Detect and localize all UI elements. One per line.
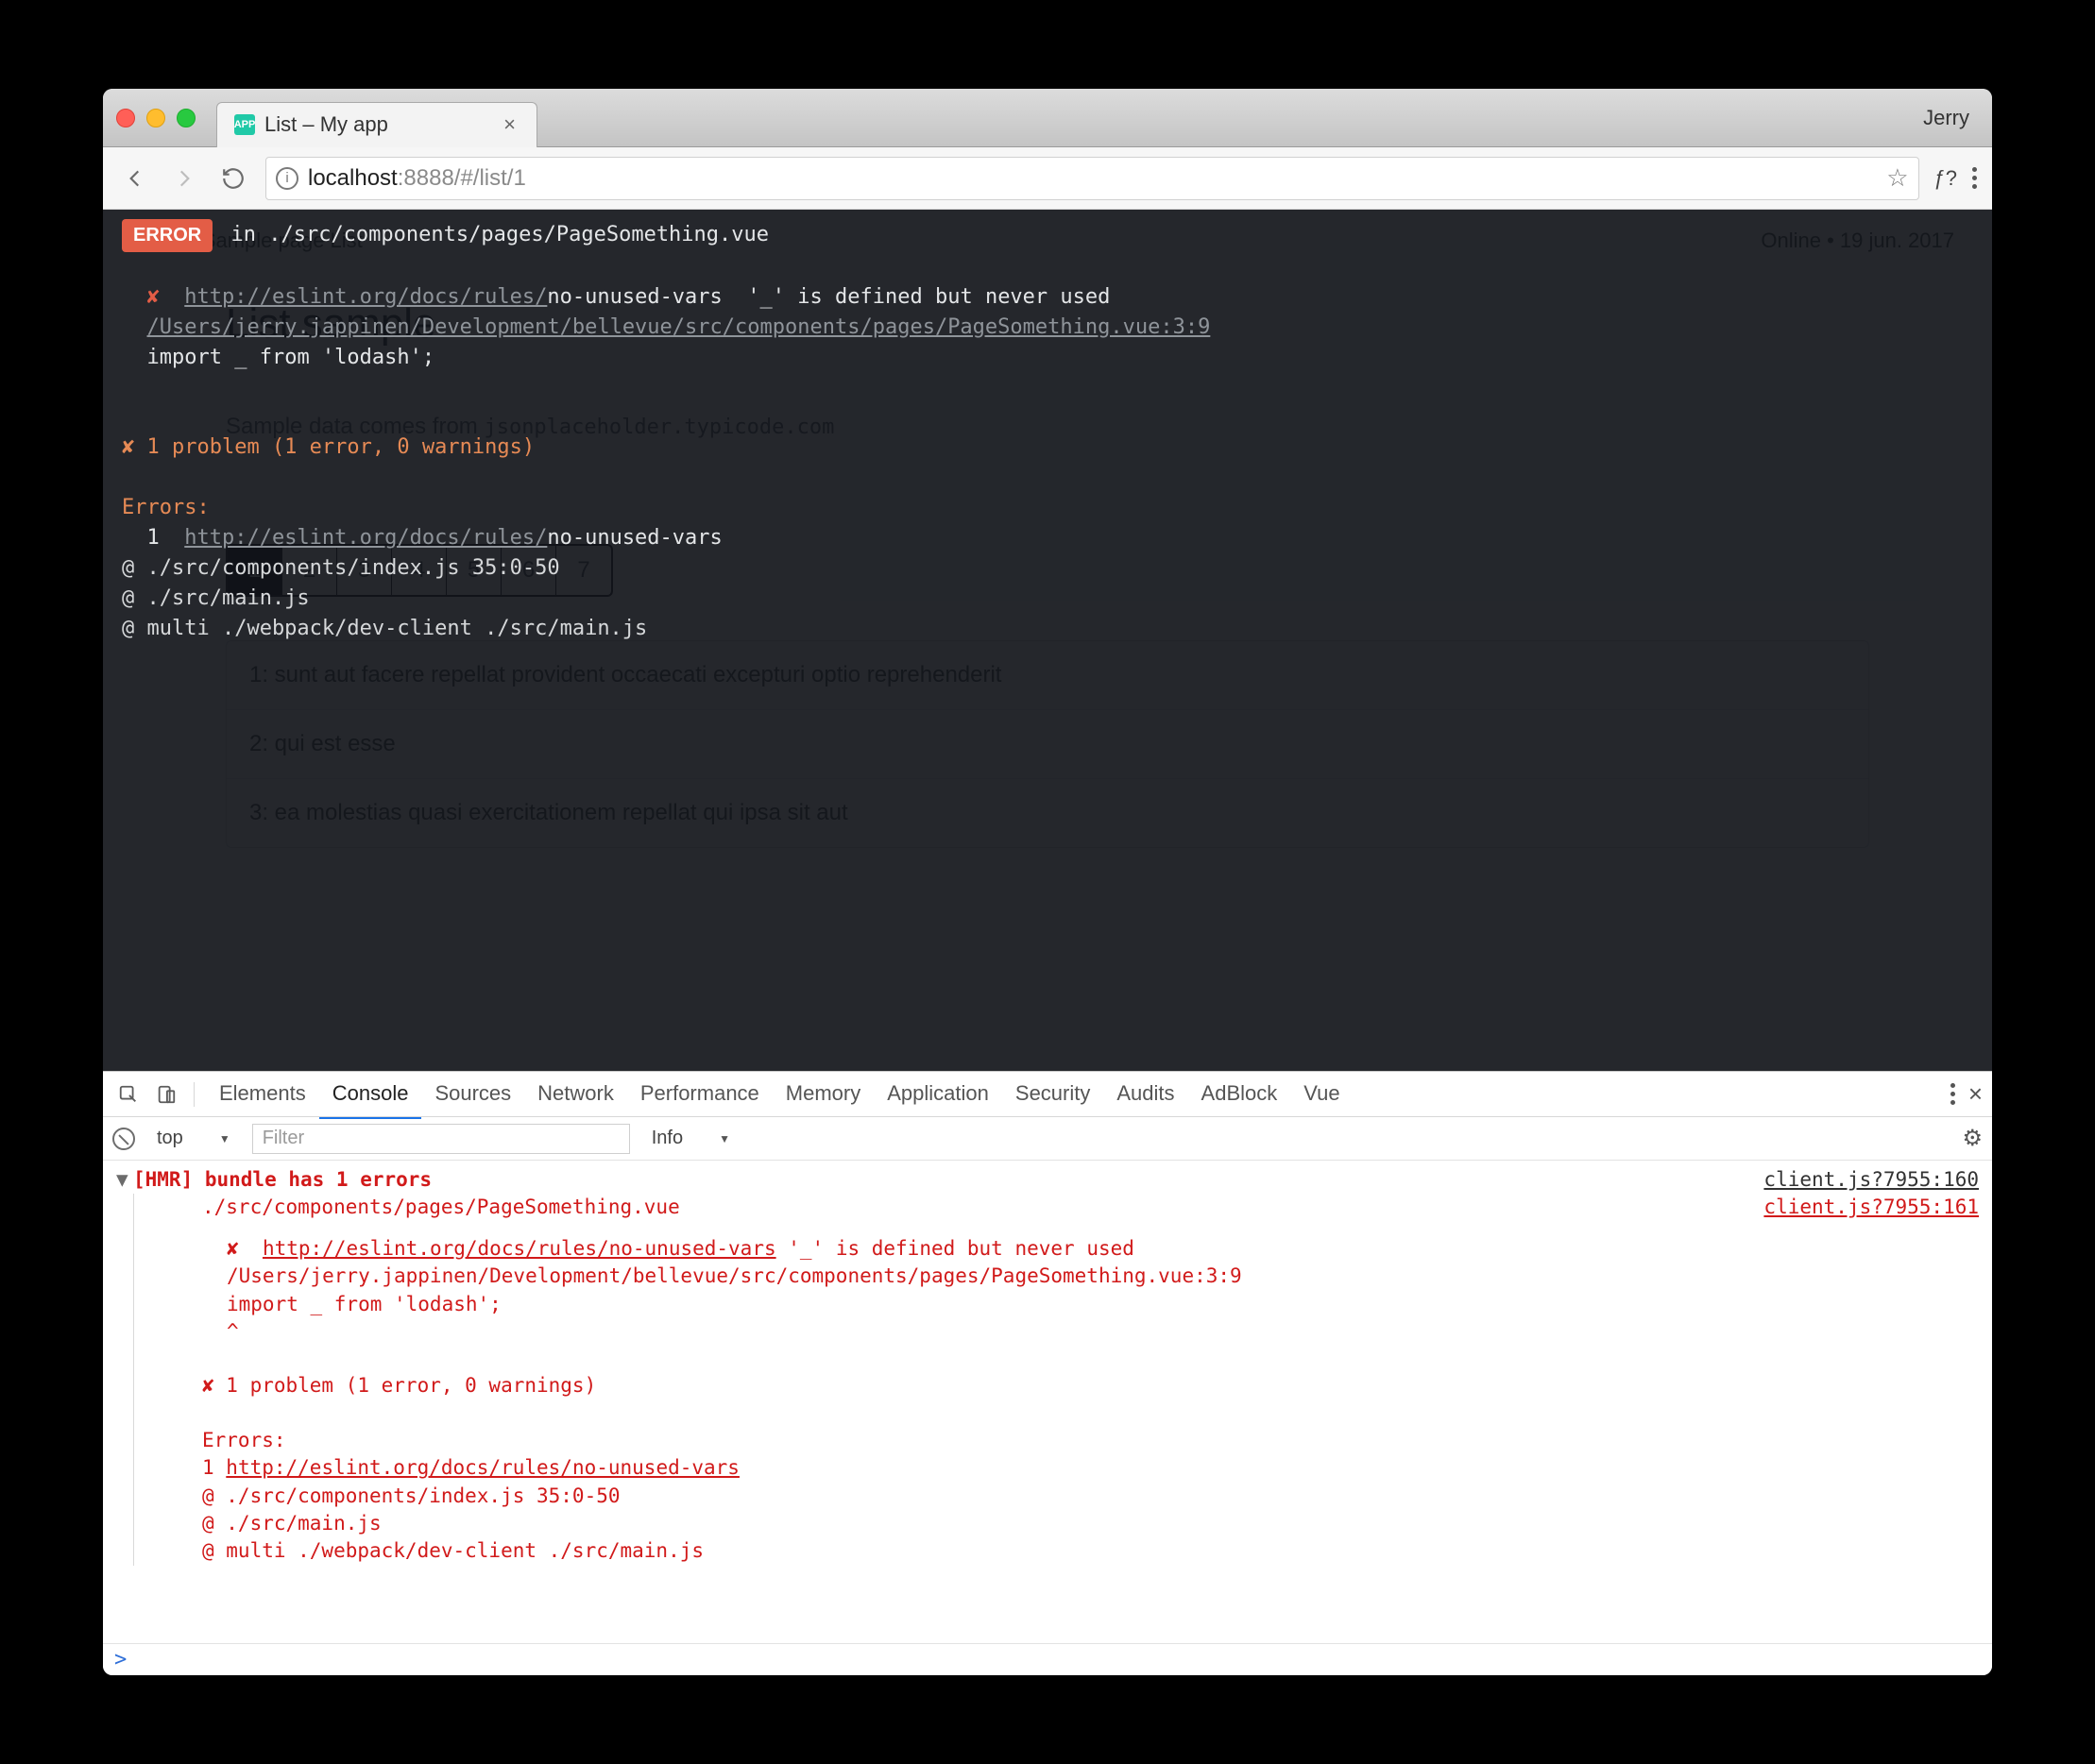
back-button[interactable] — [118, 161, 152, 195]
window-controls — [116, 109, 196, 127]
browser-tab[interactable]: APP List – My app × — [216, 102, 537, 147]
collapse-caret-icon[interactable]: ▼ — [116, 1166, 133, 1194]
eslint-rule-name: no-unused-vars — [547, 285, 722, 309]
browser-menu-button[interactable] — [1972, 167, 1977, 189]
content-area: Home Sample page List Online • 19 jun. 2… — [103, 210, 1992, 1071]
eslint-rule-msg: '_' is defined but never used — [723, 285, 1111, 309]
browser-window: APP List – My app × Jerry i localhost:88… — [103, 89, 1992, 1675]
profile-label[interactable]: Jerry — [1923, 106, 1969, 130]
url-path: :8888/#/list/1 — [398, 165, 526, 191]
devtools-tab-sources[interactable]: Sources — [421, 1070, 524, 1119]
eslint-rule-name-2: no-unused-vars — [547, 526, 722, 550]
device-toolbar-icon[interactable] — [150, 1078, 182, 1111]
source-link[interactable]: client.js?7955:161 — [1763, 1194, 1979, 1221]
console-trace-line: @ multi ./webpack/dev-client ./src/main.… — [159, 1537, 1979, 1565]
devtools-tab-console[interactable]: Console — [319, 1070, 422, 1119]
console-prompt[interactable]: > — [103, 1643, 1992, 1675]
inspect-element-icon[interactable] — [112, 1078, 145, 1111]
eslint-rule-link[interactable]: http://eslint.org/docs/rules/ — [184, 285, 547, 309]
devtools-tab-network[interactable]: Network — [524, 1070, 627, 1119]
source-link[interactable]: client.js?7955:160 — [1763, 1166, 1979, 1194]
eslint-rule-msg: '_' is defined but never used — [776, 1237, 1134, 1260]
devtools-tab-adblock[interactable]: AdBlock — [1188, 1070, 1291, 1119]
site-info-icon[interactable]: i — [276, 167, 298, 190]
devtools-tab-security[interactable]: Security — [1002, 1070, 1103, 1119]
forward-button[interactable] — [167, 161, 201, 195]
hmr-header: [HMR] bundle has 1 errors — [133, 1168, 432, 1191]
console-settings-icon[interactable]: ⚙ — [1962, 1125, 1983, 1152]
minimize-window-button[interactable] — [146, 109, 165, 127]
eslint-rule-link[interactable]: http://eslint.org/docs/rules/no-unused-v… — [226, 1456, 740, 1479]
browser-toolbar: i localhost:8888/#/list/1 ☆ ƒ? — [103, 147, 1992, 210]
error-index: 1 — [122, 526, 184, 550]
favicon-icon: APP — [234, 114, 255, 135]
chevron-down-icon: ▼ — [219, 1132, 230, 1145]
tab-close-button[interactable]: × — [500, 112, 519, 137]
chevron-down-icon: ▼ — [719, 1132, 730, 1145]
console-errors-label: Errors: — [159, 1427, 1979, 1454]
maximize-window-button[interactable] — [177, 109, 196, 127]
console-error-index: 1 — [202, 1456, 226, 1479]
console-filter-input[interactable] — [252, 1124, 630, 1154]
console-output: ▼[HMR] bundle has 1 errors client.js?795… — [103, 1161, 1992, 1643]
context-select[interactable]: top ▼ — [148, 1123, 239, 1154]
error-in-path: in ./src/components/pages/PageSomething.… — [218, 223, 769, 246]
x-icon: ✘ — [227, 1237, 239, 1260]
extension-button[interactable]: ƒ? — [1934, 166, 1957, 191]
address-bar[interactable]: i localhost:8888/#/list/1 ☆ — [265, 157, 1919, 200]
eslint-rule-link-2[interactable]: http://eslint.org/docs/rules/ — [184, 526, 547, 550]
devtools-tab-application[interactable]: Application — [874, 1070, 1002, 1119]
devtools-tab-elements[interactable]: Elements — [206, 1070, 319, 1119]
error-badge: ERROR — [122, 219, 213, 252]
errors-label: Errors: — [122, 496, 210, 519]
devtools-menu-button[interactable] — [1950, 1083, 1955, 1105]
devtools-panel: ElementsConsoleSourcesNetworkPerformance… — [103, 1071, 1992, 1675]
error-stack-trace: @ ./src/components/index.js 35:0-50 @ ./… — [122, 556, 647, 640]
x-icon: ✘ — [147, 285, 160, 309]
level-label: Info — [652, 1128, 683, 1149]
context-label: top — [157, 1128, 183, 1149]
bookmark-star-icon[interactable]: ☆ — [1886, 163, 1908, 193]
eslint-rule-link[interactable]: http://eslint.org/docs/rules/no-unused-v… — [263, 1237, 776, 1260]
devtools-tab-audits[interactable]: Audits — [1103, 1070, 1187, 1119]
console-summary: ✘ 1 problem (1 error, 0 warnings) — [159, 1372, 1979, 1399]
devtools-tab-vue[interactable]: Vue — [1290, 1070, 1353, 1119]
console-file: ./src/components/pages/PageSomething.vue — [202, 1196, 680, 1218]
error-file-loc[interactable]: /Users/jerry.jappinen/Development/bellev… — [147, 315, 1211, 339]
devtools-tabstrip: ElementsConsoleSourcesNetworkPerformance… — [103, 1072, 1992, 1117]
error-summary: ✘ 1 problem (1 error, 0 warnings) — [122, 435, 535, 459]
devtools-tab-memory[interactable]: Memory — [773, 1070, 874, 1119]
url-host: localhost — [308, 165, 398, 191]
close-window-button[interactable] — [116, 109, 135, 127]
console-toolbar: top ▼ Info ▼ ⚙ — [103, 1117, 1992, 1161]
devtools-close-button[interactable]: × — [1968, 1079, 1983, 1109]
tab-title: List – My app — [264, 112, 490, 137]
console-trace-line: @ ./src/components/index.js 35:0-50 — [159, 1483, 1979, 1510]
console-snippet: import _ from 'lodash'; — [159, 1291, 1979, 1318]
clear-console-icon[interactable] — [112, 1128, 135, 1150]
reload-button[interactable] — [216, 161, 250, 195]
titlebar: APP List – My app × Jerry — [103, 89, 1992, 147]
console-caret-line: ^ — [159, 1318, 1979, 1346]
console-trace-line: @ ./src/main.js — [159, 1510, 1979, 1537]
devtools-tab-performance[interactable]: Performance — [627, 1070, 773, 1119]
error-snippet: import _ from 'lodash'; — [147, 346, 435, 369]
log-level-select[interactable]: Info ▼ — [643, 1123, 739, 1154]
build-error-overlay: ERROR in ./src/components/pages/PageSome… — [103, 210, 1992, 1071]
console-file-loc: /Users/jerry.jappinen/Development/bellev… — [159, 1263, 1979, 1290]
